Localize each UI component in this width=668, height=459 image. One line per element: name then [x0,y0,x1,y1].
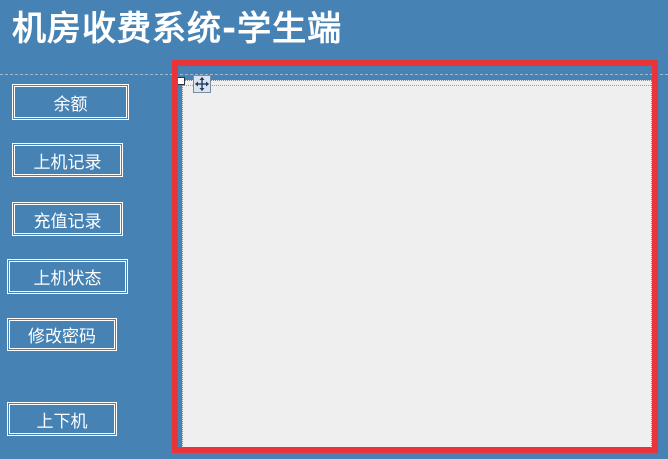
recharge-records-button[interactable]: 充值记录 [12,202,123,236]
machine-status-button[interactable]: 上机状态 [7,259,128,294]
login-records-button[interactable]: 上机记录 [12,143,123,177]
highlight-frame [172,60,658,453]
change-password-button[interactable]: 修改密码 [7,318,117,351]
toggle-machine-button[interactable]: 上下机 [7,402,117,436]
balance-button[interactable]: 余额 [12,84,129,120]
app-title: 机房收费系统-学生端 [12,9,343,49]
